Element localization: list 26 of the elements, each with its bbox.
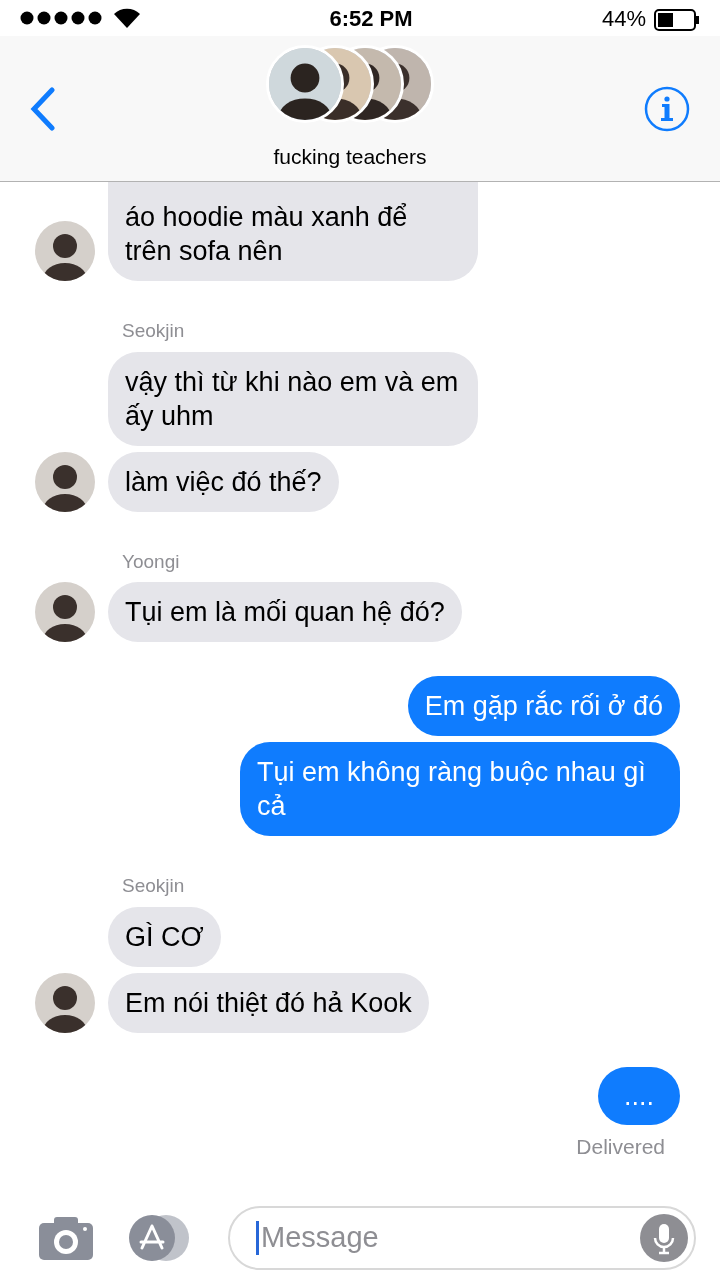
message-bubble: làm việc đó thế?: [108, 451, 339, 512]
wifi-icon: [114, 8, 140, 28]
message-input-box[interactable]: Message: [228, 1205, 696, 1270]
conversation-title: fucking teachers: [273, 143, 427, 170]
message-bubble: GÌ CƠ: [108, 906, 221, 967]
battery-percentage: 44%: [601, 4, 646, 33]
message-bubble: Em gặp rắc rối ở đó: [407, 676, 680, 736]
message-bubble: ....: [598, 1066, 680, 1125]
avatar: [35, 582, 95, 642]
message-field[interactable]: Message: [259, 1214, 640, 1261]
message-bubble: Tụi em là mối quan hệ đó?: [108, 582, 462, 642]
message-bubble: Tụi em không ràng buộc nhau gì cả: [240, 742, 680, 836]
delivery-status: Delivered: [576, 1134, 665, 1158]
message-bubble: Em nói thiệt đó hả Kook: [108, 972, 429, 1033]
sender-name: Seokjin: [122, 319, 186, 343]
back-button[interactable]: [30, 86, 56, 131]
sender-name: Seokjin: [122, 874, 186, 898]
time-text: 6:52 PM: [329, 4, 413, 33]
camera-button[interactable]: [38, 1214, 94, 1261]
avatar: [35, 221, 95, 281]
group-avatars[interactable]: [266, 44, 434, 125]
message-bubble: vậy thì từ khi nào em và em ấy uhm: [108, 351, 478, 446]
sender-name: Yoongi: [122, 549, 181, 574]
message-bubble: áo hoodie màu xanh để trên sofa nên: [108, 182, 478, 281]
microphone-icon: [640, 1213, 688, 1262]
info-button[interactable]: [644, 85, 690, 132]
